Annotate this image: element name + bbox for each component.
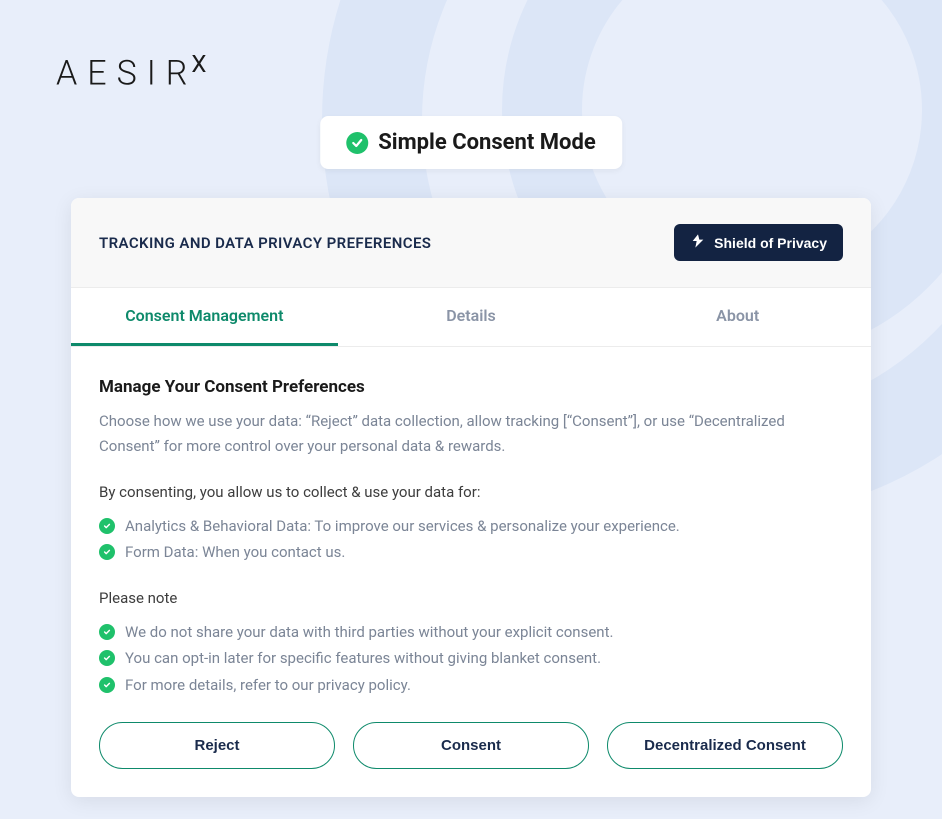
brand-logo: AESIRX <box>56 50 206 93</box>
list-item: We do not share your data with third par… <box>99 619 843 645</box>
consent-card: TRACKING AND DATA PRIVACY PREFERENCES Sh… <box>71 198 871 797</box>
list-item: You can opt-in later for specific featur… <box>99 645 843 671</box>
mode-badge-text: Simple Consent Mode <box>378 130 596 155</box>
check-icon <box>99 624 115 640</box>
note-list: We do not share your data with third par… <box>99 619 843 698</box>
reject-button[interactable]: Reject <box>99 722 335 769</box>
card-header-title: TRACKING AND DATA PRIVACY PREFERENCES <box>99 234 431 252</box>
tab-consent-management[interactable]: Consent Management <box>71 288 338 346</box>
decentralized-consent-button[interactable]: Decentralized Consent <box>607 722 843 769</box>
section-description: Choose how we use your data: “Reject” da… <box>99 409 843 459</box>
tabs: Consent Management Details About <box>71 288 871 347</box>
mode-badge: Simple Consent Mode <box>320 116 622 169</box>
list-item-text: You can opt-in later for specific featur… <box>125 645 601 671</box>
list-item: For more details, refer to our privacy p… <box>99 672 843 698</box>
tab-details[interactable]: Details <box>338 288 605 346</box>
shield-icon <box>690 233 706 252</box>
check-icon <box>99 518 115 534</box>
brand-suffix: X <box>191 50 206 78</box>
button-row: Reject Consent Decentralized Consent <box>99 722 843 769</box>
tab-about[interactable]: About <box>604 288 871 346</box>
list-item: Analytics & Behavioral Data: To improve … <box>99 513 843 539</box>
list-item-text: For more details, refer to our privacy p… <box>125 672 411 698</box>
check-circle-icon <box>346 132 368 154</box>
consent-button[interactable]: Consent <box>353 722 589 769</box>
brand-name: AESIR <box>56 53 197 93</box>
note-title: Please note <box>99 589 843 607</box>
list-item-text: Analytics & Behavioral Data: To improve … <box>125 513 680 539</box>
allow-list: Analytics & Behavioral Data: To improve … <box>99 513 843 566</box>
check-icon <box>99 650 115 666</box>
check-icon <box>99 677 115 693</box>
list-item: Form Data: When you contact us. <box>99 539 843 565</box>
section-title: Manage Your Consent Preferences <box>99 377 843 397</box>
card-header: TRACKING AND DATA PRIVACY PREFERENCES Sh… <box>71 198 871 288</box>
shield-of-privacy-button[interactable]: Shield of Privacy <box>674 224 843 261</box>
list-item-text: Form Data: When you contact us. <box>125 539 345 565</box>
list-item-text: We do not share your data with third par… <box>125 619 613 645</box>
allow-title: By consenting, you allow us to collect &… <box>99 483 843 501</box>
shield-button-label: Shield of Privacy <box>714 235 827 251</box>
check-icon <box>99 544 115 560</box>
card-body: Manage Your Consent Preferences Choose h… <box>71 347 871 797</box>
